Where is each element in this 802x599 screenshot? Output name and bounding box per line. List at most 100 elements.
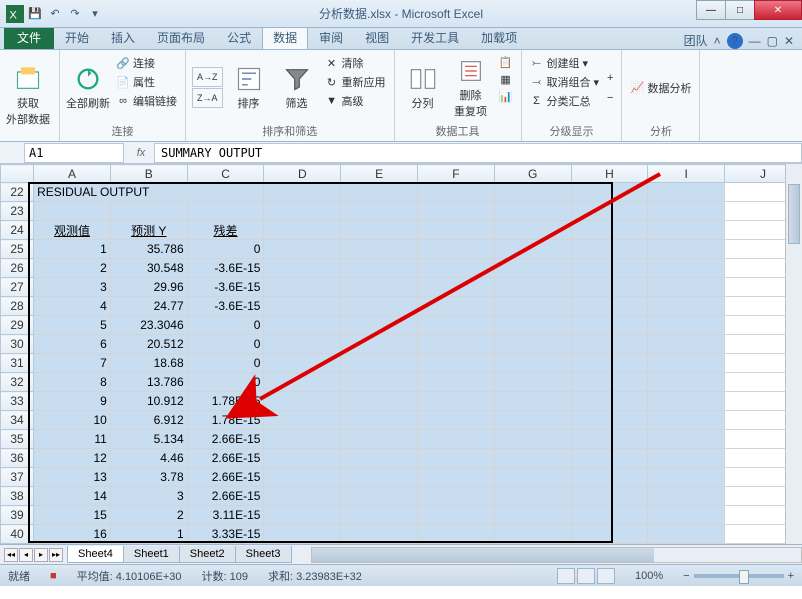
zoom-in-button[interactable]: + <box>788 570 794 582</box>
cell[interactable] <box>648 316 725 335</box>
sheet-tab-sheet3[interactable]: Sheet3 <box>235 546 292 563</box>
cell[interactable]: 20.512 <box>110 335 187 354</box>
mdi-min-icon[interactable]: — <box>749 34 761 48</box>
cell[interactable] <box>264 278 341 297</box>
col-header-G[interactable]: G <box>494 165 571 183</box>
col-header-A[interactable]: A <box>34 165 111 183</box>
cell[interactable]: 3 <box>34 278 111 297</box>
cell[interactable] <box>341 411 418 430</box>
cell[interactable] <box>264 449 341 468</box>
cell[interactable]: 5.134 <box>110 430 187 449</box>
col-header-E[interactable]: E <box>341 165 418 183</box>
cell[interactable]: 0 <box>187 316 264 335</box>
cell[interactable] <box>571 183 648 202</box>
cell[interactable]: 4.46 <box>110 449 187 468</box>
cell[interactable]: 35.786 <box>110 240 187 259</box>
cell[interactable] <box>341 335 418 354</box>
ungroup-button[interactable]: ⤙取消组合 ▾ <box>528 73 602 91</box>
cell[interactable]: 0 <box>187 240 264 259</box>
zoom-out-button[interactable]: − <box>683 570 689 582</box>
cell[interactable] <box>341 259 418 278</box>
refresh-all-button[interactable]: 全部刷新 <box>66 54 110 121</box>
connections-button[interactable]: 🔗连接 <box>114 54 179 72</box>
cell[interactable]: 0 <box>187 335 264 354</box>
cell[interactable] <box>341 373 418 392</box>
cell[interactable]: 残差 <box>187 221 264 240</box>
cell[interactable] <box>341 449 418 468</box>
cell[interactable] <box>417 373 494 392</box>
cell[interactable]: 16 <box>34 525 111 544</box>
cell[interactable]: 6 <box>34 335 111 354</box>
tab-data[interactable]: 数据 <box>262 25 308 49</box>
cell[interactable] <box>494 449 571 468</box>
cell[interactable] <box>417 506 494 525</box>
remove-duplicates-button[interactable]: 删除 重复项 <box>449 54 493 121</box>
cell[interactable]: 0 <box>187 354 264 373</box>
text-to-columns-button[interactable]: 分列 <box>401 54 445 121</box>
get-external-data-button[interactable]: 获取 外部数据 <box>6 54 50 137</box>
row-header-30[interactable]: 30 <box>1 335 34 354</box>
tab-dev[interactable]: 开发工具 <box>400 25 470 49</box>
cell[interactable]: 4 <box>34 297 111 316</box>
tab-insert[interactable]: 插入 <box>100 25 146 49</box>
sheet-tab-sheet2[interactable]: Sheet2 <box>179 546 236 563</box>
redo-button[interactable]: ↷ <box>66 5 84 23</box>
clear-filter-button[interactable]: ✕清除 <box>323 54 388 72</box>
cell[interactable]: -3.6E-15 <box>187 297 264 316</box>
sheet-nav-first[interactable]: ◂◂ <box>4 548 18 562</box>
row-header-24[interactable]: 24 <box>1 221 34 240</box>
cell[interactable]: 9 <box>34 392 111 411</box>
row-header-35[interactable]: 35 <box>1 430 34 449</box>
cell[interactable] <box>648 411 725 430</box>
cell[interactable] <box>571 449 648 468</box>
cell[interactable]: 8 <box>34 373 111 392</box>
cell[interactable] <box>494 335 571 354</box>
cell[interactable] <box>264 525 341 544</box>
ribbon-min-icon[interactable]: ˄ <box>714 34 721 48</box>
row-header-40[interactable]: 40 <box>1 525 34 544</box>
cell[interactable] <box>341 221 418 240</box>
tab-home[interactable]: 开始 <box>54 25 100 49</box>
undo-button[interactable]: ↶ <box>46 5 64 23</box>
horizontal-scrollbar[interactable] <box>311 547 802 563</box>
cell[interactable]: 3.33E-15 <box>187 525 264 544</box>
cell[interactable] <box>571 373 648 392</box>
show-detail-button[interactable]: + <box>605 71 615 85</box>
cell[interactable] <box>341 430 418 449</box>
subtotal-button[interactable]: Σ分类汇总 <box>528 92 602 110</box>
cell[interactable]: 1 <box>34 240 111 259</box>
cell[interactable] <box>264 335 341 354</box>
cell[interactable]: 2.66E-15 <box>187 430 264 449</box>
tab-formulas[interactable]: 公式 <box>216 25 262 49</box>
name-box[interactable] <box>24 143 124 163</box>
cell[interactable] <box>264 392 341 411</box>
row-header-38[interactable]: 38 <box>1 487 34 506</box>
cell[interactable]: 15 <box>34 506 111 525</box>
cell[interactable]: 0 <box>187 373 264 392</box>
cell[interactable]: 13 <box>34 468 111 487</box>
zoom-level[interactable]: 100% <box>635 570 663 582</box>
cell[interactable] <box>264 316 341 335</box>
cell[interactable] <box>264 183 341 202</box>
cell[interactable] <box>648 278 725 297</box>
cell[interactable] <box>571 506 648 525</box>
cell[interactable] <box>417 468 494 487</box>
cell[interactable] <box>571 430 648 449</box>
cell[interactable]: 2.66E-15 <box>187 449 264 468</box>
cell[interactable] <box>648 297 725 316</box>
cell[interactable] <box>417 202 494 221</box>
cell[interactable]: 10 <box>34 411 111 430</box>
filter-button[interactable]: 筛选 <box>275 54 319 121</box>
cell[interactable] <box>571 335 648 354</box>
cell[interactable] <box>494 259 571 278</box>
cell[interactable] <box>417 183 494 202</box>
cell[interactable] <box>648 506 725 525</box>
view-layout-button[interactable] <box>577 568 595 584</box>
whatif-button[interactable]: 📊 <box>497 88 515 104</box>
sort-asc-button[interactable]: A→Z <box>192 67 223 87</box>
cell[interactable] <box>494 221 571 240</box>
cell[interactable] <box>494 373 571 392</box>
group-rows-button[interactable]: ⤚创建组 ▾ <box>528 54 602 72</box>
cell[interactable] <box>648 202 725 221</box>
cell[interactable] <box>417 259 494 278</box>
